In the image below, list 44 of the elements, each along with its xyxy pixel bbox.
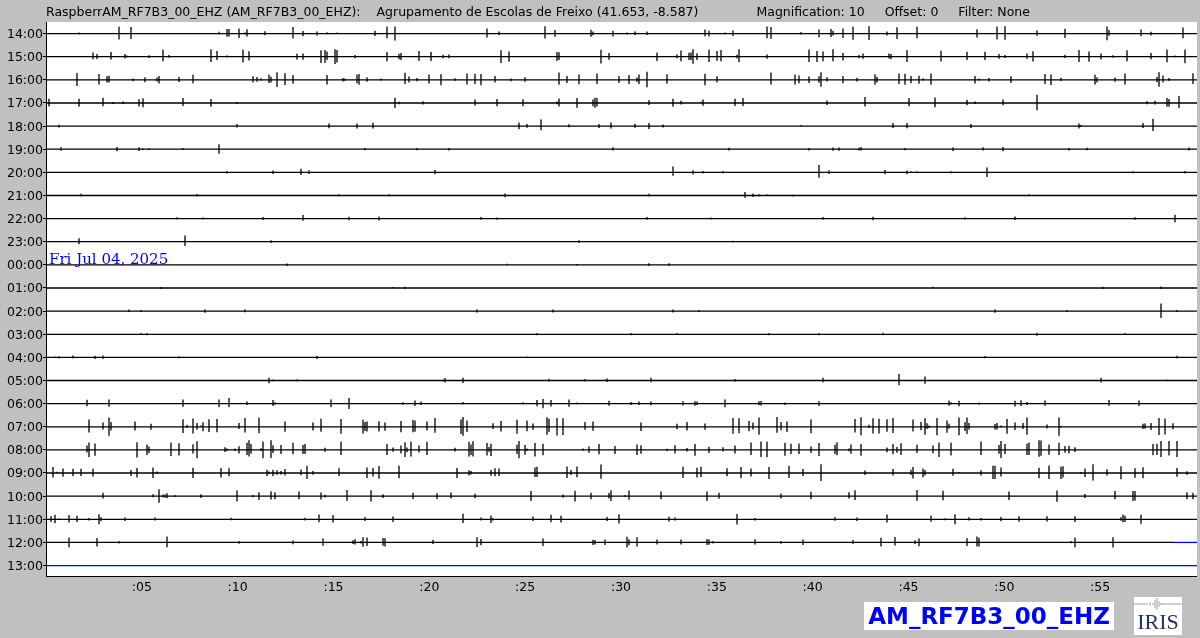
hour-label: 10:00: [6, 488, 43, 504]
hour-label: 04:00: [6, 349, 43, 365]
hour-label: 17:00: [6, 95, 43, 111]
hour-label: 22:00: [6, 211, 43, 227]
logo: IRIS: [1134, 597, 1182, 635]
date-label: Fri Jul 04, 2025: [49, 249, 169, 268]
filter-text: Filter: None: [958, 3, 1030, 19]
minute-tick-label: :35: [705, 579, 728, 594]
hour-label: 20:00: [6, 164, 43, 180]
minute-tick-label: :40: [801, 579, 824, 594]
hour-label: 06:00: [6, 396, 43, 412]
minute-tick-label: :45: [897, 579, 920, 594]
hour-label: 21:00: [6, 187, 43, 203]
hour-label: 16:00: [6, 72, 43, 88]
hour-label: 00:00: [6, 257, 43, 273]
hour-label: 13:00: [6, 557, 43, 573]
hour-label: 07:00: [6, 419, 43, 435]
station-location: Agrupamento de Escolas de Freixo (41.653, -8.587): [376, 3, 699, 19]
offset-text: Offset: 0: [884, 3, 939, 19]
minute-tick-label: :50: [993, 579, 1016, 594]
hour-label: 03:00: [6, 326, 43, 342]
hour-label: 23:00: [6, 234, 43, 250]
hour-label: 18:00: [6, 118, 43, 134]
minute-tick-label: :15: [322, 579, 345, 594]
hour-label: 01:00: [6, 280, 43, 296]
hour-label: 14:00: [6, 26, 43, 42]
channel-label: AM_RF7B3_00_EHZ: [864, 602, 1114, 630]
hour-label: 02:00: [6, 303, 43, 319]
hour-label: 09:00: [6, 465, 43, 481]
minute-tick-label: :10: [226, 579, 249, 594]
magnification-text: Magnification: 10: [756, 3, 865, 19]
station-title: RaspberrAM_RF7B3_00_EHZ (AM_RF7B3_00_EHZ):: [46, 3, 361, 19]
hour-label: 12:00: [6, 534, 43, 550]
minute-tick-label: :30: [609, 579, 633, 594]
minute-tick-label: :55: [1089, 579, 1112, 594]
minute-tick-label: :20: [418, 579, 441, 594]
minute-tick-label: :05: [130, 579, 153, 594]
hour-label: 08:00: [6, 442, 43, 458]
minute-tick-label: :25: [514, 579, 537, 594]
hour-label: 11:00: [6, 511, 43, 527]
waveform-icon: [1134, 597, 1182, 611]
hour-label: 05:00: [6, 372, 43, 388]
hour-label: 19:00: [6, 141, 43, 157]
hour-label: 15:00: [6, 49, 43, 65]
